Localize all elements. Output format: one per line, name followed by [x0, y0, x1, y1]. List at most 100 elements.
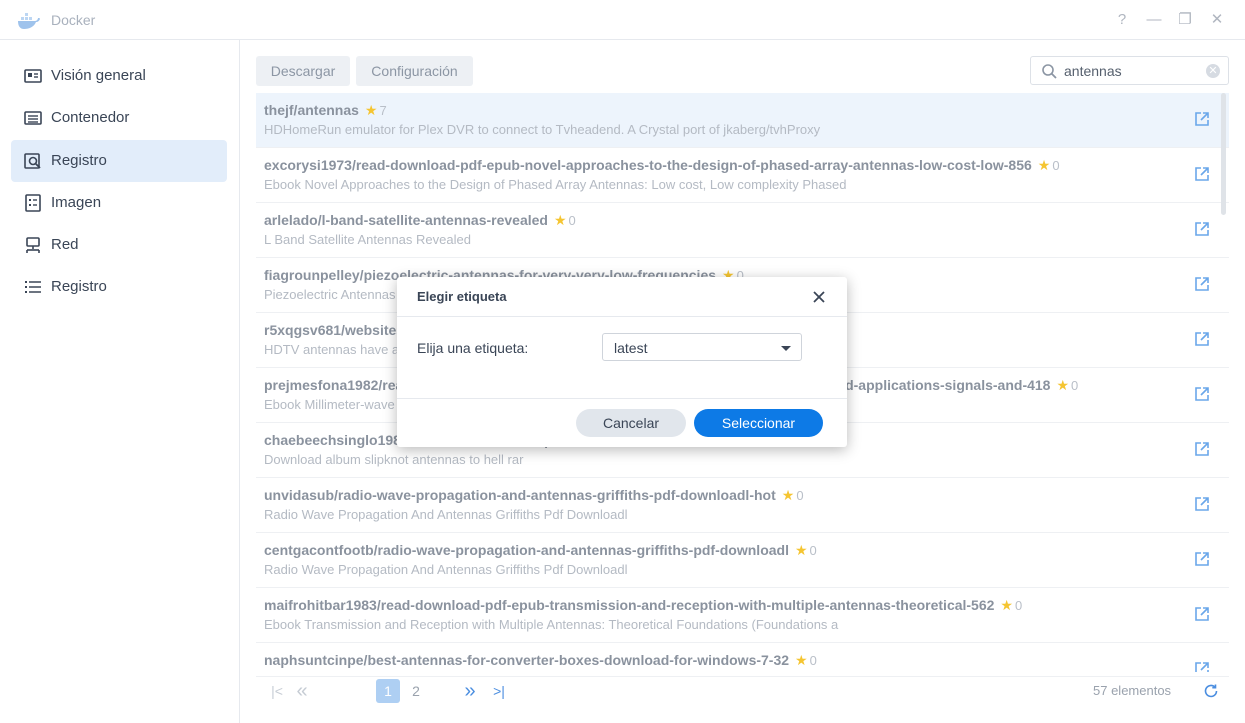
close-window-icon[interactable]: ✕ — [1206, 9, 1228, 31]
prev-page-button[interactable]: « — [292, 679, 312, 703]
sidebar-item-label: Registro — [51, 152, 107, 169]
open-external-icon[interactable] — [1194, 111, 1210, 127]
result-name: unvidasub/radio-wave-propagation-and-ant… — [264, 487, 776, 503]
tag-select-value: latest — [614, 340, 648, 356]
result-name: thejf/antennas — [264, 102, 359, 118]
search-icon — [1042, 64, 1057, 79]
download-button[interactable]: Descargar — [256, 56, 350, 86]
star-icon: ★ — [794, 542, 808, 558]
open-external-icon[interactable] — [1194, 606, 1210, 622]
sidebar-item-label: Registro — [51, 278, 107, 295]
result-description: Ebook Transmission and Reception with Mu… — [264, 617, 839, 632]
dialog-title: Elegir etiqueta — [417, 289, 507, 304]
open-external-icon[interactable] — [1194, 551, 1210, 567]
open-external-icon[interactable] — [1194, 221, 1210, 237]
result-description: HDHomeRun emulator for Plex DVR to conne… — [264, 122, 821, 137]
open-external-icon[interactable] — [1194, 661, 1210, 672]
app-title: Docker — [51, 12, 96, 28]
star-icon: ★ — [1037, 157, 1051, 173]
minimize-icon[interactable]: — — [1143, 9, 1165, 31]
select-button[interactable]: Seleccionar — [694, 409, 823, 437]
star-icon: ★ — [1000, 597, 1013, 613]
list-item[interactable]: unvidasub/radio-wave-propagation-and-ant… — [256, 478, 1229, 533]
star-icon: ★ — [781, 487, 795, 503]
log-list-icon — [25, 281, 41, 293]
result-description: Radio Wave Propagation And Antennas Grif… — [264, 507, 628, 522]
result-name: arlelado/l-band-satellite-antennas-revea… — [264, 212, 548, 228]
sidebar: Visión general Contenedor Registro Image… — [0, 40, 240, 723]
next-page-button[interactable]: » — [460, 679, 480, 703]
list-item[interactable]: thejf/antennas ★ 7 HDHomeRun emulator for … — [256, 93, 1229, 148]
list-item[interactable]: excorysi1973/read-download-pdf-epub-nove… — [256, 148, 1229, 203]
container-icon — [24, 111, 42, 125]
open-external-icon[interactable] — [1194, 386, 1210, 402]
result-description: Radio Wave Propagation And Antennas Grif… — [264, 562, 628, 577]
sidebar-item-log[interactable]: Registro — [11, 266, 227, 308]
star-icon: ★ — [553, 212, 567, 228]
settings-button[interactable]: Configuración — [356, 56, 473, 86]
star-icon: ★ — [795, 652, 808, 668]
result-description: Download album slipknot antennas to hell… — [264, 452, 524, 467]
network-icon — [26, 237, 40, 253]
star-count: ★0 — [794, 542, 817, 558]
star-icon: ★ — [364, 102, 378, 118]
cancel-button[interactable]: Cancelar — [576, 409, 686, 437]
last-page-button[interactable]: >| — [490, 679, 508, 703]
star-count: ★0 — [1000, 597, 1023, 613]
sidebar-item-registry[interactable]: Registro — [11, 140, 227, 182]
search-input[interactable]: antennas ✕ — [1030, 56, 1229, 85]
sidebar-item-label: Visión general — [51, 67, 146, 84]
pagination: |< « 1 2 » >| 57 elementos — [256, 676, 1229, 703]
close-icon[interactable] — [809, 287, 829, 307]
list-item[interactable]: naphsuntcinpe/best-antennas-for-converte… — [256, 643, 1229, 672]
star-count: ★0 — [781, 487, 804, 503]
sidebar-item-container[interactable]: Contenedor — [11, 97, 227, 139]
sidebar-item-label: Red — [51, 236, 79, 253]
sidebar-item-overview[interactable]: Visión general — [11, 55, 227, 97]
divider — [397, 316, 847, 317]
registry-search-icon — [24, 153, 41, 169]
tag-select[interactable]: latest — [602, 333, 802, 361]
sidebar-item-image[interactable]: Imagen — [11, 182, 227, 224]
chevron-down-icon — [781, 346, 791, 351]
list-item[interactable]: centgacontfootb/radio-wave-propagation-a… — [256, 533, 1229, 588]
sidebar-item-label: Contenedor — [51, 109, 130, 126]
refresh-icon[interactable] — [1203, 683, 1219, 699]
choose-tag-dialog: Elegir etiqueta Elija una etiqueta: late… — [397, 277, 847, 447]
star-icon: ★ — [1056, 377, 1070, 393]
result-description: L Band Satellite Antennas Revealed — [264, 232, 471, 247]
item-count: 57 elementos — [1093, 683, 1172, 698]
overview-icon — [24, 69, 42, 83]
image-icon — [25, 194, 41, 212]
result-name: centgacontfootb/radio-wave-propagation-a… — [264, 542, 789, 558]
star-count: ★0 — [795, 652, 817, 668]
divider — [397, 398, 847, 399]
clear-search-icon[interactable]: ✕ — [1206, 64, 1220, 78]
sidebar-item-label: Imagen — [51, 194, 102, 211]
open-external-icon[interactable] — [1194, 441, 1210, 457]
star-count: ★0 — [1037, 157, 1060, 173]
open-external-icon[interactable] — [1194, 331, 1210, 347]
result-name: maifrohitbar1983/read-download-pdf-epub-… — [264, 597, 995, 613]
search-value: antennas — [1064, 63, 1122, 79]
star-count: ★0 — [1056, 377, 1079, 393]
list-item[interactable]: arlelado/l-band-satellite-antennas-revea… — [256, 203, 1229, 258]
open-external-icon[interactable] — [1194, 496, 1210, 512]
title-bar: Docker ? — ❐ ✕ — [0, 0, 1245, 40]
tag-label: Elija una etiqueta: — [417, 340, 529, 356]
result-description: Ebook Novel Approaches to the Design of … — [264, 177, 847, 192]
help-icon[interactable]: ? — [1111, 9, 1133, 31]
list-item[interactable]: maifrohitbar1983/read-download-pdf-epub-… — [256, 588, 1229, 643]
maximize-icon[interactable]: ❐ — [1174, 9, 1196, 31]
star-count: ★0 — [553, 212, 576, 228]
result-name: excorysi1973/read-download-pdf-epub-nove… — [264, 157, 1032, 173]
results-scrollbar[interactable] — [1221, 93, 1226, 215]
docker-logo-icon — [18, 13, 40, 29]
result-name: naphsuntcinpe/best-antennas-for-converte… — [264, 652, 790, 668]
first-page-button[interactable]: |< — [268, 679, 286, 703]
page-1-button[interactable]: 1 — [376, 679, 400, 703]
open-external-icon[interactable] — [1194, 166, 1210, 182]
sidebar-item-network[interactable]: Red — [11, 224, 227, 266]
page-2-button[interactable]: 2 — [406, 679, 426, 703]
open-external-icon[interactable] — [1194, 276, 1210, 292]
